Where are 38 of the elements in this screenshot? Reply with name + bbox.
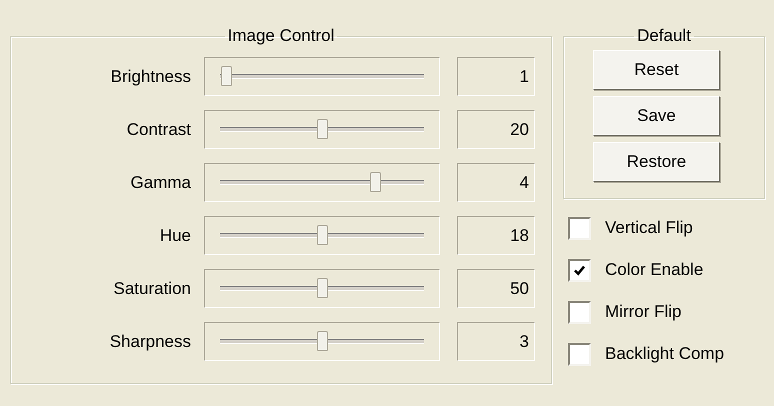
- slider[interactable]: [204, 163, 440, 202]
- slider-thumb[interactable]: [317, 119, 328, 139]
- slider-label: Saturation: [112, 278, 192, 298]
- value-field[interactable]: 4: [457, 163, 535, 202]
- slider[interactable]: [204, 322, 440, 361]
- checkbox[interactable]: [568, 258, 591, 282]
- slider-label: Contrast: [126, 120, 192, 140]
- slider-label: Gamma: [130, 172, 192, 192]
- value-field[interactable]: 20: [457, 110, 535, 149]
- group-title: Default: [636, 26, 692, 46]
- slider-thumb[interactable]: [317, 278, 328, 298]
- checkbox-label: Color Enable: [605, 260, 704, 280]
- checkbox-label: Vertical Flip: [605, 218, 693, 238]
- action-button[interactable]: Restore: [593, 142, 720, 182]
- slider-thumb[interactable]: [221, 66, 232, 86]
- slider[interactable]: [204, 216, 440, 255]
- action-button[interactable]: Reset: [593, 50, 720, 90]
- value-field[interactable]: 3: [457, 322, 535, 361]
- slider-thumb[interactable]: [317, 331, 328, 351]
- checkbox[interactable]: [568, 300, 591, 324]
- slider[interactable]: [204, 57, 440, 96]
- checkbox-label: Mirror Flip: [605, 302, 682, 322]
- slider-thumb[interactable]: [317, 225, 328, 245]
- slider-thumb[interactable]: [370, 172, 382, 192]
- slider-label: Brightness: [110, 66, 192, 86]
- slider-label: Sharpness: [108, 332, 192, 352]
- slider-label: Hue: [158, 226, 192, 246]
- value-field[interactable]: 18: [457, 216, 535, 255]
- check-icon: [573, 264, 586, 276]
- checkbox[interactable]: [568, 216, 591, 240]
- group-title: Image Control: [226, 26, 336, 46]
- checkbox-label: Backlight Comp: [605, 344, 724, 364]
- value-field[interactable]: 50: [457, 269, 535, 308]
- value-field[interactable]: 1: [457, 57, 535, 96]
- checkbox[interactable]: [568, 342, 591, 366]
- slider[interactable]: [204, 269, 440, 308]
- action-button[interactable]: Save: [593, 96, 720, 136]
- slider[interactable]: [204, 110, 440, 149]
